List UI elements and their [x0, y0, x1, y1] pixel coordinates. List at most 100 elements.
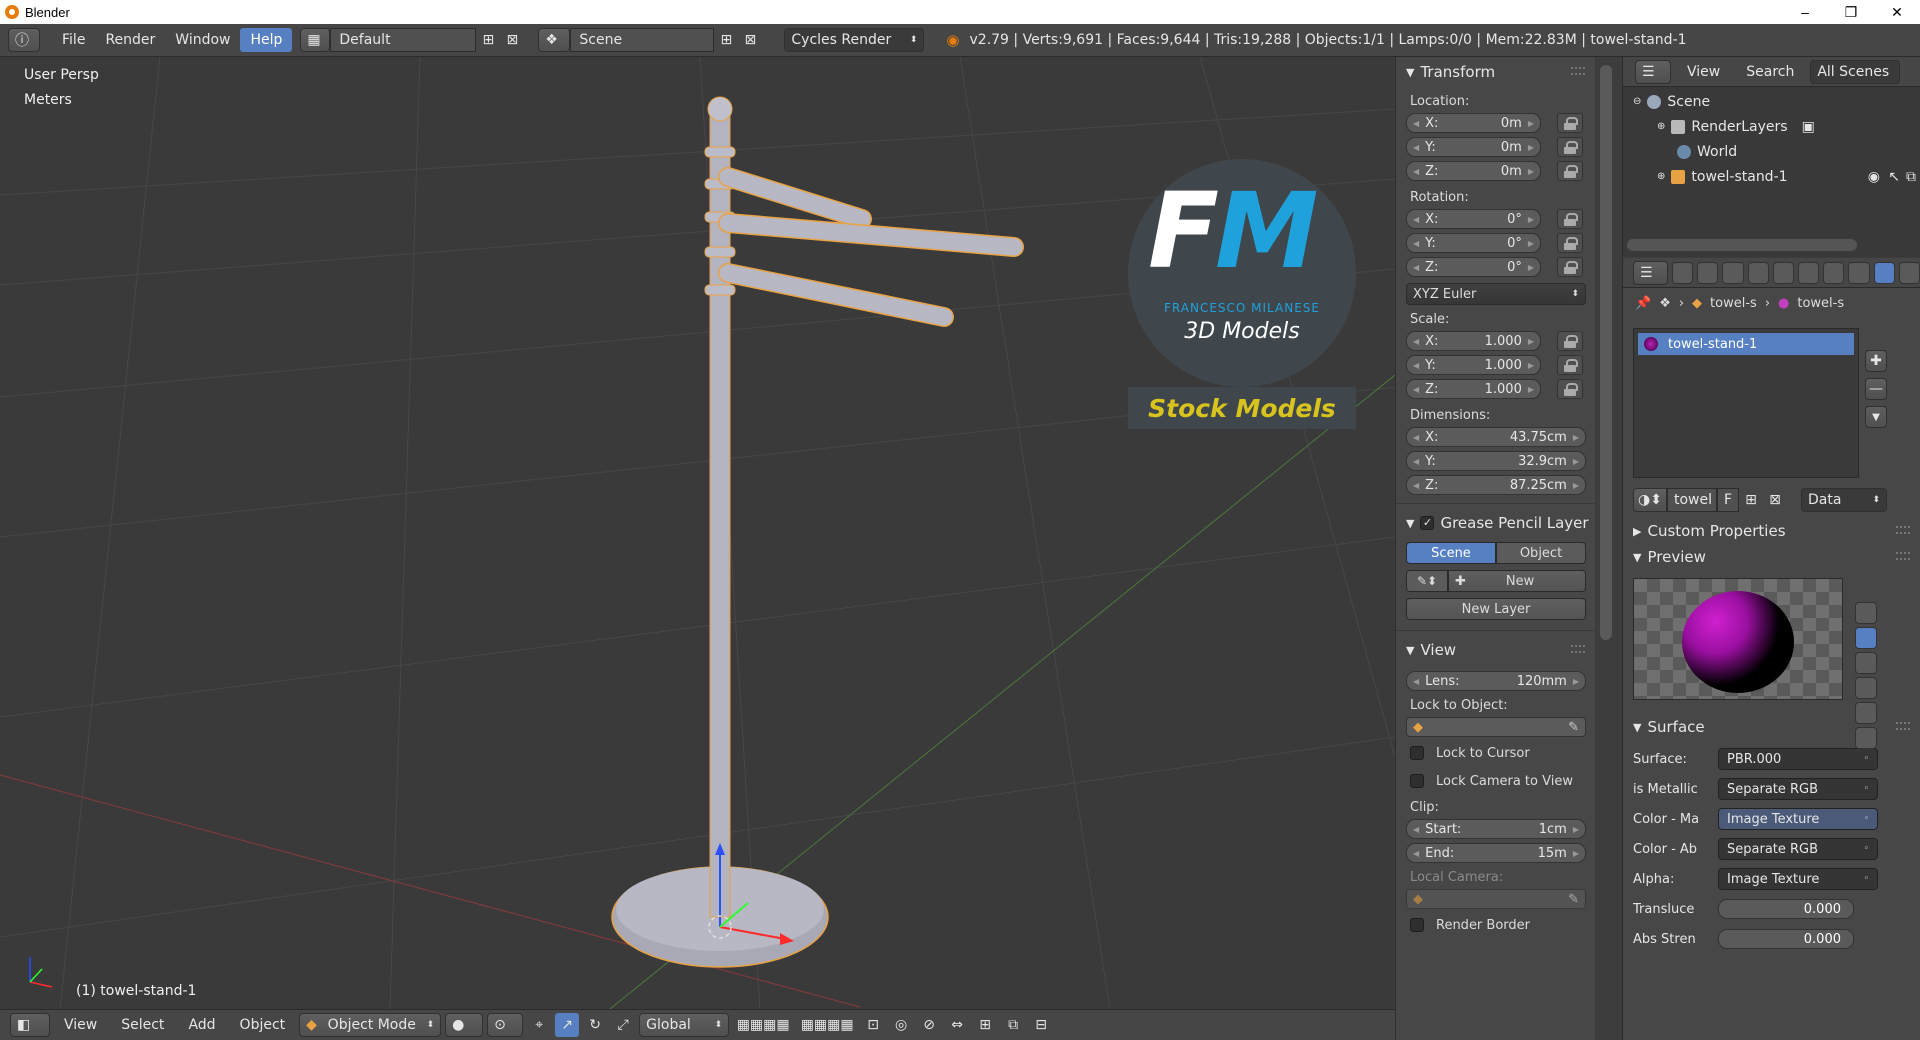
layers-grid-2[interactable]: ▦▦▦▦: [797, 1013, 857, 1037]
proportional-edit-icon[interactable]: ◎: [889, 1013, 913, 1037]
properties-editor-type-button[interactable]: ☰: [1633, 260, 1669, 285]
preview-sphere-icon[interactable]: [1855, 627, 1877, 649]
color-ab-input[interactable]: Separate RGB ◦: [1718, 838, 1878, 860]
drag-grip-icon[interactable]: [1896, 526, 1910, 534]
clip-end-field[interactable]: ◀ End: 15m ▶: [1406, 843, 1586, 863]
collapse-icon[interactable]: ⊖: [1633, 96, 1641, 107]
tree-item-world[interactable]: World: [1623, 139, 1920, 164]
surface-panel-header[interactable]: ▼ Surface: [1623, 714, 1920, 740]
arm-3[interactable]: [719, 264, 953, 326]
new-material-icon[interactable]: ⊞: [1739, 488, 1763, 512]
screen-layout-field[interactable]: Default: [330, 28, 477, 52]
editor-type-button[interactable]: ◧: [10, 1013, 50, 1037]
manipulator-toggle-icon[interactable]: ⌖: [527, 1013, 551, 1037]
orientation-dropdown[interactable]: Global ⬍: [639, 1013, 730, 1037]
rotate-icon[interactable]: ↻: [583, 1013, 607, 1037]
scale-icon[interactable]: ⤢: [611, 1013, 635, 1037]
menu-render[interactable]: Render: [95, 28, 165, 52]
pencil-icon[interactable]: ✎⬍: [1406, 570, 1448, 592]
outliner-hscrollbar[interactable]: [1627, 239, 1857, 251]
render-layer-toggle-icon[interactable]: ▣: [1802, 119, 1815, 135]
menu-help[interactable]: Help: [240, 28, 293, 52]
lock-icon[interactable]: [1557, 137, 1583, 157]
arm-2[interactable]: [719, 214, 1023, 256]
clip-start-field[interactable]: ◀ Start: 1cm ▶: [1406, 819, 1586, 839]
maximize-button[interactable]: ❐: [1828, 0, 1874, 24]
rotation-x-field[interactable]: ◀ X: 0° ▶: [1406, 209, 1541, 229]
is-metallic-input[interactable]: Separate RGB ◦: [1718, 778, 1878, 800]
location-x-field[interactable]: ◀ X: 0m ▶: [1406, 113, 1541, 133]
mode-dropdown[interactable]: ◆ Object Mode ⬍: [299, 1013, 442, 1037]
custom-properties-header[interactable]: ▶ Custom Properties: [1623, 518, 1920, 544]
texture-tab-icon[interactable]: [1898, 261, 1920, 284]
preview-flat-icon[interactable]: [1855, 602, 1877, 624]
menu-object[interactable]: Object: [230, 1013, 296, 1037]
drag-grip-icon[interactable]: [1896, 722, 1910, 730]
view-panel-header[interactable]: ▼ View: [1396, 637, 1595, 663]
render-border-checkbox[interactable]: Render Border: [1396, 911, 1595, 939]
scene-tab-icon[interactable]: [1722, 261, 1744, 284]
constraints-tab-icon[interactable]: [1798, 261, 1820, 284]
tree-item-towel-stand[interactable]: ⊕ towel-stand-1 ◉ ↖ ⧉: [1623, 164, 1920, 189]
link-dropdown[interactable]: Data ⬍: [1801, 488, 1887, 512]
scale-z-field[interactable]: ◀ Z: 1.000 ▶: [1406, 379, 1541, 399]
snap-icon[interactable]: ⊘: [917, 1013, 941, 1037]
outliner-menu-search[interactable]: Search: [1736, 60, 1804, 84]
lock-icon[interactable]: [1557, 355, 1583, 375]
rotation-mode-dropdown[interactable]: XYZ Euler ⬍: [1406, 283, 1586, 305]
material-slot-item[interactable]: towel-stand-1: [1638, 333, 1854, 355]
3d-viewport[interactable]: User Persp Meters (1) towel-stand-1 FM F…: [0, 57, 1395, 1009]
checkbox-checked-icon[interactable]: ✓: [1420, 516, 1435, 530]
cursor-select-icon[interactable]: ↖: [1888, 169, 1900, 185]
display-mode-dropdown[interactable]: All Scenes: [1810, 59, 1901, 84]
remove-layout-icon[interactable]: ⊠: [500, 28, 524, 52]
shading-dropdown[interactable]: ●: [445, 1013, 484, 1037]
layers-grid-1[interactable]: ▦▦▦▦: [733, 1013, 793, 1037]
rotation-z-field[interactable]: ◀ Z: 0° ▶: [1406, 257, 1541, 277]
render-tab-icon[interactable]: [1672, 261, 1694, 284]
properties-shelf-scrollbar[interactable]: [1595, 57, 1617, 1040]
new-grease-pencil-button[interactable]: ✚ New: [1448, 570, 1586, 592]
screen-layout-browse-button[interactable]: ▦: [300, 28, 331, 52]
material-browse-button[interactable]: ◑⬍: [1633, 488, 1667, 512]
grease-pencil-panel-header[interactable]: ▼ ✓ Grease Pencil Layer: [1396, 510, 1595, 536]
close-button[interactable]: ✕: [1874, 0, 1920, 24]
tab-object[interactable]: Object: [1496, 542, 1586, 564]
alpha-input[interactable]: Image Texture ◦: [1718, 868, 1878, 890]
dimensions-y-field[interactable]: ◀ Y: 32.9cm ▶: [1406, 451, 1586, 471]
surface-shader-dropdown[interactable]: PBR.000 ◦: [1718, 748, 1878, 770]
expand-icon[interactable]: ⊕: [1657, 171, 1665, 182]
menu-window[interactable]: Window: [165, 28, 240, 52]
preview-cube-icon[interactable]: [1855, 652, 1877, 674]
clapboard-icon[interactable]: ⊟: [1029, 1013, 1053, 1037]
menu-select[interactable]: Select: [111, 1013, 174, 1037]
modifiers-tab-icon[interactable]: [1823, 261, 1845, 284]
abs-stren-field[interactable]: 0.000: [1718, 929, 1854, 949]
render-camera-icon[interactable]: ⧉: [1906, 169, 1916, 185]
lock-icon[interactable]: [1557, 257, 1583, 277]
world-tab-icon[interactable]: [1747, 261, 1769, 284]
new-layer-button[interactable]: New Layer: [1406, 598, 1586, 620]
arm-1[interactable]: [719, 168, 871, 228]
lock-icon[interactable]: [1557, 209, 1583, 229]
lock-icon[interactable]: [1557, 379, 1583, 399]
material-tab-icon[interactable]: [1873, 261, 1895, 284]
preview-header[interactable]: ▼ Preview: [1623, 544, 1920, 570]
scene-field[interactable]: Scene: [570, 28, 715, 52]
outliner-editor-type-button[interactable]: ☰: [1635, 59, 1671, 84]
unlink-material-icon[interactable]: ⊠: [1763, 488, 1787, 512]
add-slot-button[interactable]: ✚: [1865, 350, 1887, 372]
lens-field[interactable]: ◀ Lens: 120mm ▶: [1406, 671, 1586, 691]
lock-icon[interactable]: [1557, 113, 1583, 133]
scrollbar-thumb[interactable]: [1600, 65, 1612, 640]
lock-cursor-checkbox[interactable]: Lock to Cursor: [1396, 739, 1595, 767]
object-tab-icon[interactable]: [1772, 261, 1795, 284]
rotation-y-field[interactable]: ◀ Y: 0° ▶: [1406, 233, 1541, 253]
opengl-render-icon[interactable]: ⊞: [973, 1013, 997, 1037]
pin-icon[interactable]: 📌: [1635, 296, 1651, 311]
pivot-dropdown[interactable]: ⊙: [487, 1013, 524, 1037]
tree-item-renderlayers[interactable]: ⊕ RenderLayers ▣: [1623, 114, 1920, 139]
add-layout-icon[interactable]: ⊞: [476, 28, 500, 52]
camera-render-icon[interactable]: ⧉: [1001, 1013, 1025, 1037]
menu-add[interactable]: Add: [178, 1013, 225, 1037]
